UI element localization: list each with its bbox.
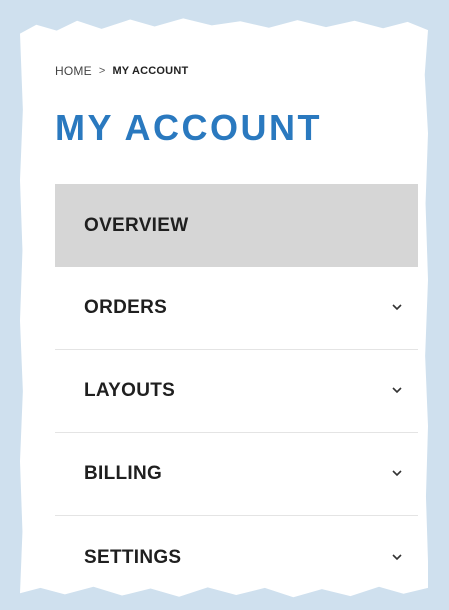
menu-item-layouts[interactable]: LAYOUTS (55, 350, 418, 433)
breadcrumb-home-link[interactable]: HOME (55, 64, 92, 78)
breadcrumb-separator: > (98, 65, 106, 77)
chevron-down-icon[interactable] (392, 552, 402, 562)
account-menu: OVERVIEW ORDERS LAYOUTS BILLING SETTINGS (55, 184, 418, 599)
screen-frame: HOME > MY ACCOUNT MY ACCOUNT OVERVIEW OR… (0, 0, 449, 610)
menu-item-label: LAYOUTS (84, 380, 176, 401)
chevron-down-icon[interactable] (392, 468, 402, 478)
menu-item-billing[interactable]: BILLING (55, 433, 418, 516)
menu-item-settings[interactable]: SETTINGS (55, 516, 418, 599)
page-title: MY ACCOUNT (55, 107, 322, 148)
menu-item-label: BILLING (84, 463, 163, 484)
menu-item-label: OVERVIEW (84, 214, 189, 236)
menu-item-label: ORDERS (84, 297, 168, 318)
menu-item-label: SETTINGS (84, 546, 182, 568)
chevron-down-icon[interactable] (392, 302, 402, 312)
menu-item-overview[interactable]: OVERVIEW (55, 184, 418, 267)
menu-item-orders[interactable]: ORDERS (55, 267, 418, 350)
breadcrumb: HOME > MY ACCOUNT (55, 64, 188, 78)
breadcrumb-current: MY ACCOUNT (112, 65, 189, 77)
chevron-down-icon[interactable] (392, 385, 402, 395)
